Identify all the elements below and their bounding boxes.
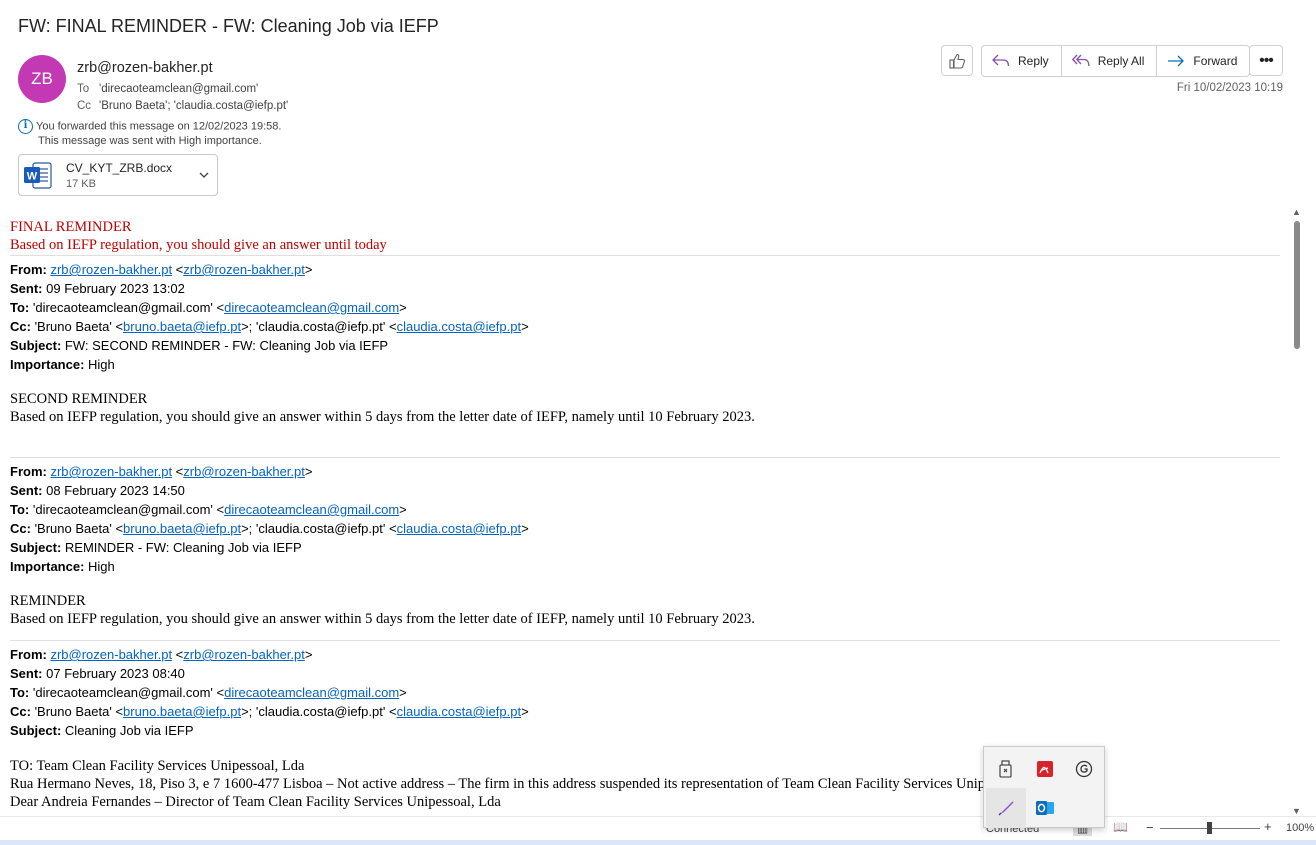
attachment-size: 17 KB <box>66 178 96 190</box>
taskbar-edge <box>0 840 1316 845</box>
reply-actions: Reply Reply All Forward <box>981 45 1251 77</box>
divider <box>10 255 1280 256</box>
like-button[interactable] <box>941 45 973 76</box>
to-value[interactable]: 'direcaoteamclean@gmail.com' <box>99 83 258 95</box>
final-reminder-text: Based on IEFP regulation, you should giv… <box>10 237 387 253</box>
final-reminder-title: FINAL REMINDER <box>10 219 132 235</box>
zoom-slider-handle[interactable] <box>1207 822 1212 834</box>
from-link[interactable]: zrb@rozen-bakher.pt <box>50 464 172 479</box>
reply-all-icon <box>1071 54 1090 67</box>
divider <box>10 457 1280 458</box>
to-link[interactable]: direcaoteamclean@gmail.com <box>224 502 399 517</box>
thumbs-up-icon <box>948 53 965 69</box>
from-link[interactable]: zrb@rozen-bakher.pt <box>183 464 305 479</box>
attachment-name: CV_KYT_ZRB.docx <box>66 161 173 175</box>
reminder-text: Based on IEFP regulation, you should giv… <box>10 409 755 425</box>
pdf-reader-icon[interactable] <box>1025 749 1065 789</box>
sent-date: 09 February 2023 13:02 <box>46 281 185 296</box>
forward-header-3: From: zrb@rozen-bakher.pt <zrb@rozen-bak… <box>10 647 529 738</box>
cc-label: Cc <box>77 100 92 112</box>
cc-link[interactable]: bruno.baeta@iefp.pt <box>123 521 241 536</box>
to-link[interactable]: direcaoteamclean@gmail.com <box>224 300 399 315</box>
svg-text:W: W <box>27 171 38 183</box>
scroll-thumb[interactable] <box>1294 221 1300 349</box>
sent-date: 08 February 2023 14:50 <box>46 483 185 498</box>
zoom-in-button[interactable]: + <box>1264 819 1272 834</box>
to-label: To <box>77 83 90 95</box>
info-importance: This message was sent with High importan… <box>38 135 262 147</box>
forward-label: Forward <box>1193 54 1238 68</box>
sender-avatar[interactable]: ZB <box>18 55 66 103</box>
info-icon: i <box>18 119 33 134</box>
cc-link[interactable]: claudia.costa@iefp.pt <box>397 521 522 536</box>
cc-link[interactable]: claudia.costa@iefp.pt <box>397 704 522 719</box>
attachment-card[interactable]: W CV_KYT_ZRB.docx 17 KB <box>18 154 218 196</box>
forward-button[interactable]: Forward <box>1157 46 1249 76</box>
cc-link[interactable]: bruno.baeta@iefp.pt <box>123 319 241 334</box>
reply-all-label: Reply All <box>1097 54 1145 68</box>
cc-link[interactable]: bruno.baeta@iefp.pt <box>123 704 241 719</box>
reply-icon <box>992 54 1010 67</box>
reading-view-icon[interactable]: 📖 <box>1113 820 1128 834</box>
recipients: To 'direcaoteamclean@gmail.com' Cc 'Bruno … <box>77 81 288 115</box>
grammarly-icon[interactable] <box>1064 749 1104 789</box>
forward-header-1: From: zrb@rozen-bakher.pt <zrb@rozen-bak… <box>10 262 529 372</box>
vertical-scrollbar[interactable]: ▲ ▼ <box>1291 207 1303 816</box>
message-date: Fri 10/02/2023 10:19 <box>1176 82 1283 94</box>
forward-subject: Cleaning Job via IEFP <box>64 723 194 738</box>
tray-overflow-popup <box>983 746 1105 828</box>
info-bar: i You forwarded this message on 12/02/202… <box>18 119 281 148</box>
reply-all-button[interactable]: Reply All <box>1062 46 1158 76</box>
forward-subject: FW: SECOND REMINDER - FW: Cleaning Job v… <box>64 338 389 353</box>
info-forwarded: You forwarded this message on 12/02/2023… <box>36 120 282 133</box>
from-link[interactable]: zrb@rozen-bakher.pt <box>50 647 172 662</box>
pen-icon[interactable] <box>986 788 1026 828</box>
outlook-icon[interactable] <box>1025 788 1065 828</box>
reply-button[interactable]: Reply <box>982 46 1062 76</box>
forward-header-2: From: zrb@rozen-bakher.pt <zrb@rozen-bak… <box>10 464 529 574</box>
message-subject: FW: FINAL REMINDER - FW: Cleaning Job vi… <box>18 16 439 36</box>
scroll-up-arrow-icon[interactable]: ▲ <box>1292 207 1301 217</box>
usb-drive-icon[interactable] <box>986 749 1026 789</box>
word-doc-icon: W <box>24 162 52 189</box>
reminder-title: SECOND REMINDER <box>10 391 148 407</box>
avatar-initials: ZB <box>31 69 53 88</box>
cc-value[interactable]: 'Bruno Baeta'; 'claudia.costa@iefp.pt' <box>99 100 288 112</box>
importance-value: High <box>88 357 115 372</box>
importance-value: High <box>88 559 115 574</box>
message-body: FINAL REMINDER Based on IEFP regulation,… <box>10 218 1280 816</box>
from-link[interactable]: zrb@rozen-bakher.pt <box>183 647 305 662</box>
forward-subject: REMINDER - FW: Cleaning Job via IEFP <box>64 540 302 555</box>
reminder-title: REMINDER <box>10 593 86 609</box>
zoom-level[interactable]: 100% <box>1286 822 1314 834</box>
sent-date: 07 February 2023 08:40 <box>46 666 185 681</box>
divider <box>10 640 1280 641</box>
cc-link[interactable]: claudia.costa@iefp.pt <box>397 319 522 334</box>
from-link[interactable]: zrb@rozen-bakher.pt <box>183 262 305 277</box>
forward-icon <box>1168 55 1185 67</box>
chevron-down-icon[interactable] <box>199 168 209 182</box>
more-actions-button[interactable]: ••• <box>1249 45 1283 76</box>
sender-address[interactable]: zrb@rozen-bakher.pt <box>77 60 213 76</box>
zoom-out-button[interactable]: − <box>1146 820 1154 835</box>
from-link[interactable]: zrb@rozen-bakher.pt <box>50 262 172 277</box>
scroll-down-arrow-icon[interactable]: ▼ <box>1292 806 1301 816</box>
reply-label: Reply <box>1018 54 1049 68</box>
to-link[interactable]: direcaoteamclean@gmail.com <box>224 685 399 700</box>
reminder-text: Based on IEFP regulation, you should giv… <box>10 611 755 627</box>
